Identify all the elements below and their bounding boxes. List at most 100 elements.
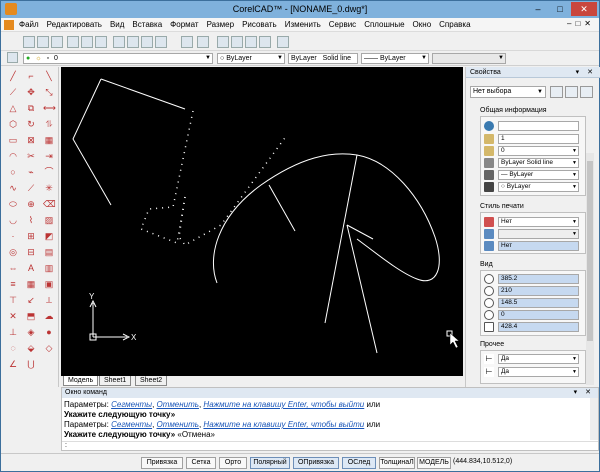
drawn-spline[interactable] — [212, 153, 440, 284]
exit-option-link[interactable]: Нажмите на клавишу Enter, чтобы выйти — [203, 400, 364, 409]
otrack-toggle-button[interactable]: ОСлед — [342, 457, 376, 469]
polyline-tool-icon[interactable]: ⌐ — [25, 71, 37, 82]
paste-icon[interactable] — [141, 36, 153, 48]
explode-tool-icon[interactable]: ✳ — [43, 183, 55, 194]
print-table-field[interactable]: ▼ — [498, 229, 579, 239]
point-tool-icon[interactable]: · — [7, 231, 19, 242]
zoom-realtime-icon[interactable] — [231, 36, 243, 48]
mtext-tool-icon[interactable]: ▥ — [43, 263, 55, 274]
document-icon[interactable] — [4, 20, 14, 30]
ellipse-arc-tool-icon[interactable]: ◡ — [7, 215, 19, 226]
drawn-line[interactable] — [346, 224, 374, 240]
extend-tool-icon[interactable]: ⇥ — [43, 151, 55, 162]
osnap-toggle-button[interactable]: ОПривязка — [293, 457, 339, 469]
pan-icon[interactable] — [217, 36, 229, 48]
ortho-toggle-button[interactable]: Орто — [219, 457, 247, 469]
triangle-tool-icon[interactable]: △ — [7, 103, 19, 114]
segments-option-link[interactable]: Сегменты — [111, 420, 152, 429]
drawing-canvas[interactable]: Y X — [61, 67, 463, 376]
menu-solids[interactable]: Сплошные — [364, 20, 404, 29]
circle-tool-icon[interactable]: ○ — [7, 167, 19, 178]
close-button[interactable]: ✕ — [571, 2, 597, 16]
page-setup-icon[interactable] — [95, 36, 107, 48]
offset-tool-icon[interactable]: ⥮ — [43, 119, 55, 130]
open-folder-icon[interactable] — [37, 36, 49, 48]
block-insert-icon[interactable]: ⊞ — [25, 231, 37, 242]
wipeout-tool-icon[interactable]: ⬒ — [25, 311, 37, 322]
print-style-field[interactable]: Нет ▼ — [498, 217, 579, 227]
command-input[interactable]: : — [62, 441, 598, 450]
toggle-pickadd-icon[interactable] — [580, 86, 593, 98]
move-tool-icon[interactable]: ✥ — [25, 87, 37, 98]
selection-select[interactable]: Нет выбора ▼ — [470, 86, 546, 98]
leader-tool-icon[interactable]: ↙ — [25, 295, 37, 306]
measure-tool-icon[interactable]: ⟂ — [43, 295, 55, 306]
print-preview-icon[interactable] — [81, 36, 93, 48]
height-field[interactable]: 0 — [498, 310, 579, 320]
menu-view[interactable]: Вид — [110, 20, 124, 29]
lineweight-field[interactable]: — ByLayer ▼ — [498, 170, 579, 180]
array-tool-icon[interactable]: ▦ — [43, 135, 55, 146]
drawn-line[interactable] — [346, 224, 378, 354]
3d-box-icon[interactable]: ◈ — [25, 327, 37, 338]
quick-select-icon[interactable] — [550, 86, 563, 98]
command-scrollbar[interactable] — [590, 398, 598, 440]
plot-style-combo[interactable]: ▼ — [432, 53, 506, 64]
ucs-on-field[interactable]: Да ▼ — [498, 354, 579, 364]
revision-cloud-icon[interactable]: ☁ — [43, 311, 55, 322]
vertical-dim-icon[interactable]: ⊤ — [7, 295, 19, 306]
lineweight-toggle-button[interactable]: ТолщинаЛ — [379, 457, 415, 469]
print-table-type-field[interactable]: Нет — [498, 241, 579, 251]
zoom-window-icon[interactable] — [245, 36, 257, 48]
menu-insert[interactable]: Вставка — [132, 20, 162, 29]
undo-icon[interactable] — [181, 36, 193, 48]
angular-dim-icon[interactable]: ∠ — [7, 359, 19, 370]
properties-scrollbar[interactable] — [586, 153, 594, 385]
redo-icon[interactable] — [197, 36, 209, 48]
fillet-tool-icon[interactable]: ⌒ — [43, 167, 55, 178]
zoom-previous-icon[interactable] — [259, 36, 271, 48]
radius-dim-icon[interactable]: ◌ — [7, 343, 19, 354]
spline-tool-icon[interactable]: ∿ — [7, 183, 19, 194]
mirror-tool-icon[interactable]: ⟷ — [43, 103, 56, 114]
scale-field[interactable]: 1 — [498, 134, 579, 144]
segments-option-link[interactable]: Сегменты — [111, 400, 152, 409]
table-tool-icon[interactable]: ▦ — [25, 279, 37, 290]
drawn-polyline[interactable] — [72, 78, 112, 206]
undo-option-link[interactable]: Отменить — [157, 420, 199, 429]
exit-option-link[interactable]: Нажмите на клавишу Enter, чтобы выйти — [203, 420, 364, 429]
ellipse-tool-icon[interactable]: ⬭ — [7, 199, 19, 210]
linetype-combo[interactable]: ByLayer Solid line — [288, 53, 358, 64]
cut-icon[interactable] — [113, 36, 125, 48]
lineweight-combo[interactable]: —— ByLayer ▼ — [361, 53, 429, 64]
stretch-tool-icon[interactable]: ⤡ — [43, 87, 55, 98]
hatch-tool-icon[interactable]: ▨ — [43, 215, 55, 226]
layer-combo[interactable]: ● ☼ ▫ 0 ▼ — [23, 53, 213, 64]
3d-sphere-icon[interactable]: ● — [43, 327, 55, 338]
donut-tool-icon[interactable]: ◎ — [7, 247, 19, 258]
center-x-field[interactable]: 385.2 — [498, 274, 579, 284]
polar-toggle-button[interactable]: Полярный — [250, 457, 290, 469]
minimize-button[interactable]: – — [527, 2, 549, 16]
layer-field[interactable]: 0 ▼ — [498, 146, 579, 156]
tab-model[interactable]: Модель — [63, 376, 99, 386]
drawn-line[interactable] — [268, 184, 296, 232]
model-space-button[interactable]: МОДЕЛЬ — [417, 457, 451, 469]
center-y-field[interactable]: 210 — [498, 286, 579, 296]
trim-tool-icon[interactable]: ✂ — [25, 151, 37, 162]
polygon-tool-icon[interactable]: ⬡ — [7, 119, 19, 130]
menu-draw[interactable]: Рисовать — [242, 20, 277, 29]
scale-tool-icon[interactable]: ⊠ — [25, 135, 37, 146]
undo-option-link[interactable]: Отменить — [157, 400, 199, 409]
panel-pin-close-icon[interactable]: ▾ ✕ — [574, 388, 594, 398]
grid-toggle-button[interactable]: Сетка — [186, 457, 216, 469]
menu-window[interactable]: Окно — [413, 20, 432, 29]
print-icon[interactable] — [67, 36, 79, 48]
text-tool-icon[interactable]: A — [25, 263, 37, 274]
match-properties-icon[interactable] — [155, 36, 167, 48]
width-field[interactable]: 428.4 — [498, 322, 579, 332]
revolve-tool-icon[interactable]: ◇ — [43, 343, 55, 354]
ucs-origin-field[interactable]: Да ▼ — [498, 367, 579, 377]
layer-states-icon[interactable] — [7, 52, 18, 63]
color-combo[interactable]: ○ ByLayer ▼ — [217, 53, 285, 64]
